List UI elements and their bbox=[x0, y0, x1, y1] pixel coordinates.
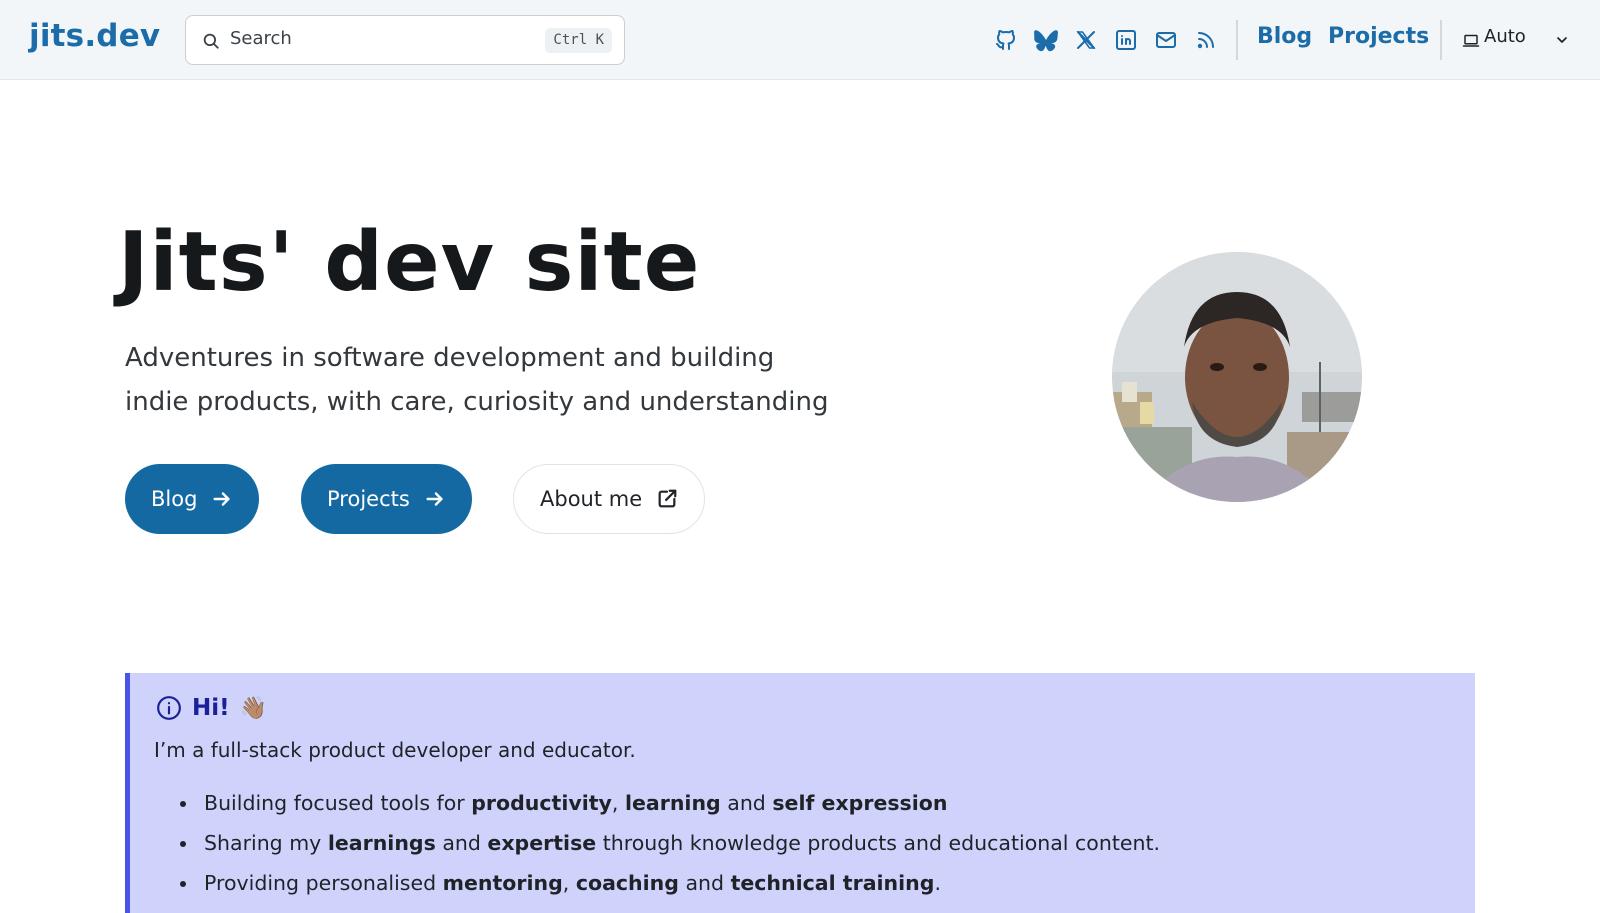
nav-blog-link[interactable]: Blog bbox=[1257, 24, 1312, 49]
callout-title: Hi! bbox=[192, 695, 230, 721]
callout-header: Hi! 👋🏽 bbox=[156, 693, 267, 723]
nav-divider bbox=[1236, 20, 1238, 60]
projects-button-label: Projects bbox=[327, 487, 410, 511]
blog-button-label: Blog bbox=[151, 487, 198, 511]
waving-hand-icon: 👋🏽 bbox=[239, 695, 268, 721]
nav-projects-link[interactable]: Projects bbox=[1328, 24, 1429, 49]
about-me-button[interactable]: About me bbox=[513, 464, 706, 534]
site-header: jits.dev Search Ctrl K Blog Projects Aut… bbox=[0, 0, 1600, 80]
arrow-right-icon bbox=[213, 492, 231, 506]
search-icon bbox=[203, 33, 219, 49]
info-icon bbox=[157, 696, 181, 720]
callout-list: Building focused tools for productivity,… bbox=[180, 783, 1440, 903]
search-box[interactable]: Search Ctrl K bbox=[185, 15, 625, 65]
blog-button[interactable]: Blog bbox=[125, 464, 260, 534]
arrow-right-icon bbox=[426, 492, 443, 506]
intro-callout: Hi! 👋🏽 I’m a full-stack product develope… bbox=[125, 673, 1475, 913]
search-shortcut: Ctrl K bbox=[545, 28, 612, 53]
bluesky-icon[interactable] bbox=[1034, 28, 1058, 52]
avatar bbox=[1112, 252, 1362, 502]
search-placeholder: Search bbox=[230, 28, 292, 49]
nav-divider bbox=[1440, 20, 1442, 60]
linkedin-icon[interactable] bbox=[1114, 28, 1138, 52]
about-me-button-label: About me bbox=[540, 487, 643, 511]
callout-intro: I’m a full-stack product developer and e… bbox=[154, 738, 636, 762]
list-item: Sharing my learnings and expertise throu… bbox=[180, 823, 1440, 863]
projects-button[interactable]: Projects bbox=[301, 464, 472, 534]
mail-icon[interactable] bbox=[1154, 28, 1178, 52]
x-icon[interactable] bbox=[1074, 28, 1098, 52]
site-logo[interactable]: jits.dev bbox=[29, 18, 160, 54]
external-link-icon bbox=[658, 489, 677, 508]
list-item: Building focused tools for productivity,… bbox=[180, 783, 1440, 823]
page-title: Jits' dev site bbox=[118, 215, 701, 310]
github-icon[interactable] bbox=[994, 28, 1018, 52]
rss-icon[interactable] bbox=[1194, 28, 1218, 52]
theme-label: Auto bbox=[1484, 26, 1526, 47]
list-item: Providing personalised mentoring, coachi… bbox=[180, 863, 1440, 903]
page-subtitle: Adventures in software development and b… bbox=[125, 343, 829, 417]
chevron-down-icon bbox=[1557, 37, 1567, 43]
laptop-icon bbox=[1462, 34, 1480, 47]
